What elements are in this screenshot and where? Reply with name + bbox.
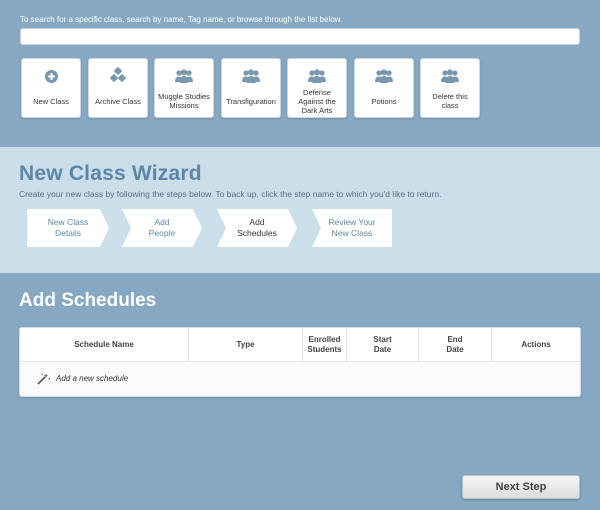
column-header-line1: Actions xyxy=(521,340,551,349)
step-label-line2: People xyxy=(148,228,176,238)
column-header-line1: Type xyxy=(236,340,255,349)
search-help-text: To search for a specific class, search b… xyxy=(20,15,343,24)
column-header-start-date[interactable]: Start Date xyxy=(347,328,419,362)
class-browser: To search for a specific class, search b… xyxy=(0,0,600,147)
wizard-title: New Class Wizard xyxy=(19,162,202,185)
column-header-end-date[interactable]: End Date xyxy=(419,328,492,362)
plus-circle-icon xyxy=(22,67,80,85)
step-label-line2: New Class xyxy=(331,228,373,238)
group-icon xyxy=(421,67,479,85)
magic-wand-icon xyxy=(37,372,51,385)
transfiguration-tile[interactable]: Transfiguration xyxy=(221,58,281,118)
step-label-line2: Schedules xyxy=(237,228,277,238)
column-header-actions: Actions xyxy=(492,328,580,362)
group-icon xyxy=(355,67,413,85)
step-new-class-details[interactable]: New Class Details xyxy=(27,209,109,247)
next-step-button[interactable]: Next Step xyxy=(462,475,580,499)
group-icon xyxy=(288,67,346,85)
potions-tile[interactable]: Potions xyxy=(354,58,414,118)
step-label-line2: Details xyxy=(55,228,81,238)
step-label-line1: New Class xyxy=(47,217,89,227)
tile-label: New Class xyxy=(33,96,69,106)
step-add-schedules[interactable]: Add Schedules xyxy=(217,209,297,247)
cubes-icon xyxy=(89,67,147,85)
delete-this-class-tile[interactable]: Delete this class xyxy=(420,58,480,118)
step-label-line1: Add xyxy=(249,217,265,227)
step-add-people[interactable]: Add People xyxy=(122,209,202,247)
search-input[interactable] xyxy=(20,28,580,45)
add-new-schedule-label: Add a new schedule xyxy=(56,373,129,383)
column-header-line2: Date xyxy=(373,345,392,354)
column-header-line2: Students xyxy=(307,345,342,354)
step-label-line1: Review Your xyxy=(328,217,376,227)
archive-class-tile[interactable]: Archive Class xyxy=(88,58,148,118)
tile-label: Muggle Studies Missions xyxy=(158,92,210,110)
group-icon xyxy=(222,67,280,85)
tile-label: Defense Against the Dark Arts xyxy=(298,87,336,115)
column-header-line1: Enrolled xyxy=(308,335,341,344)
new-class-wizard: New Class Wizard Create your new class b… xyxy=(0,147,600,273)
step-review-your-new-class[interactable]: Review Your New Class xyxy=(312,209,392,247)
step-label-line1: Add xyxy=(154,217,170,227)
schedules-table: Schedule Name Type Enrolled Students Star… xyxy=(19,327,581,397)
column-header-line2: Date xyxy=(446,345,464,354)
column-header-enrolled-students[interactable]: Enrolled Students xyxy=(303,328,347,362)
column-header-line1: End xyxy=(447,335,463,344)
column-header-type[interactable]: Type xyxy=(189,328,303,362)
add-schedules-heading: Add Schedules xyxy=(19,290,157,311)
wizard-subtitle: Create your new class by following the s… xyxy=(19,189,442,199)
muggle-studies-missions-tile[interactable]: Muggle Studies Missions xyxy=(154,58,214,118)
defense-against-the-dark-arts-tile[interactable]: Defense Against the Dark Arts xyxy=(287,58,347,118)
tile-label: Potions xyxy=(371,96,397,106)
tile-label: Transfiguration xyxy=(226,96,276,106)
column-header-line1: Schedule Name xyxy=(74,340,134,349)
table-header: Schedule Name Type Enrolled Students Star… xyxy=(20,328,580,362)
column-header-line1: Start xyxy=(373,335,392,344)
column-header-schedule-name[interactable]: Schedule Name xyxy=(20,328,189,362)
tile-label: Delete this class xyxy=(432,92,468,110)
add-new-schedule-link[interactable]: Add a new schedule xyxy=(37,372,129,385)
group-icon xyxy=(155,67,213,85)
tile-label: Archive Class xyxy=(95,96,141,106)
new-class-tile[interactable]: New Class xyxy=(21,58,81,118)
